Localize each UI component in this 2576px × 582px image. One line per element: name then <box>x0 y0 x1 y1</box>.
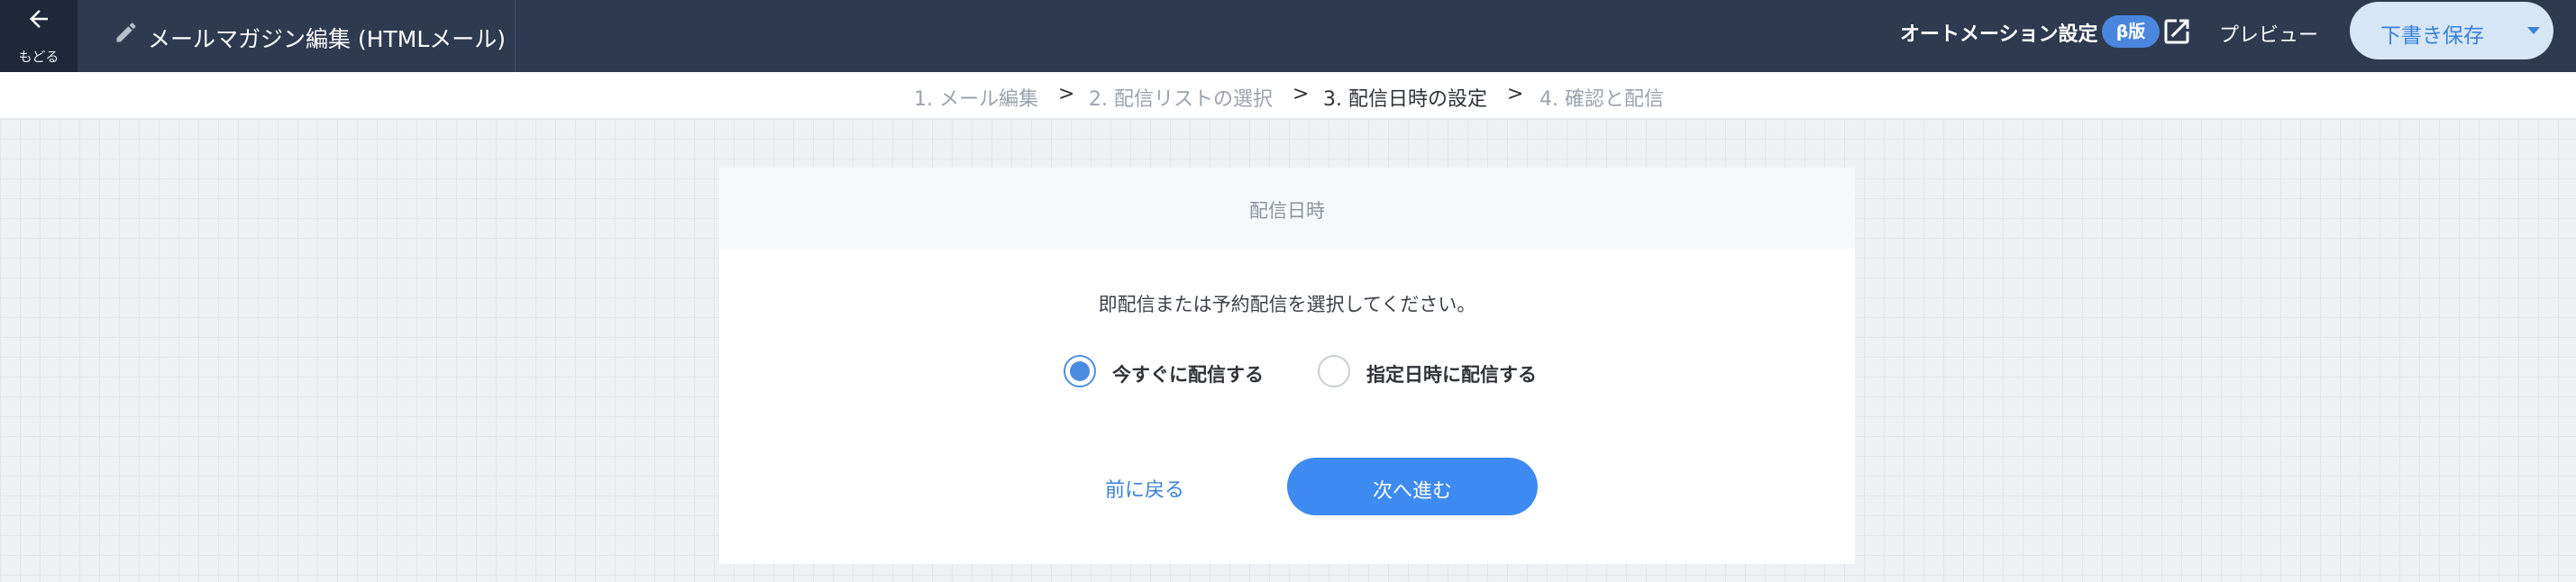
step-separator: > <box>1058 83 1075 105</box>
external-link-icon[interactable] <box>2160 15 2193 48</box>
step-schedule: 3. 配信日時の設定 <box>1323 88 1487 111</box>
radio-send-now-label: 今すぐに配信する <box>1112 364 1264 386</box>
save-draft-label: 下書き保存 <box>2380 24 2484 48</box>
save-draft-button[interactable]: 下書き保存 <box>2350 2 2553 59</box>
top-header: もどる メールマガジン編集 (HTMLメール) オートメーション設定 β版 プレ… <box>0 0 2576 72</box>
radio-send-scheduled-label: 指定日時に配信する <box>1366 364 1537 386</box>
back-button[interactable]: もどる <box>0 0 78 72</box>
next-step-button[interactable]: 次へ進む <box>1287 458 1538 515</box>
next-step-label: 次へ進む <box>1372 480 1452 503</box>
arrow-left-icon <box>30 10 48 28</box>
step-separator: > <box>1293 83 1310 105</box>
beta-badge: β版 <box>2102 15 2160 48</box>
instruction-text: 即配信または予約配信を選択してください。 <box>1098 294 1476 315</box>
schedule-card: 配信日時 即配信または予約配信を選択してください。 今すぐに配信する 指定日時に… <box>719 168 1855 564</box>
radio-button-checked[interactable] <box>1064 355 1096 387</box>
progress-stepper: 1. メール編集 > 2. 配信リストの選択 > 3. 配信日時の設定 > 4.… <box>0 72 2576 119</box>
preview-button[interactable]: プレビュー <box>2219 19 2318 48</box>
step-list-select: 2. 配信リストの選択 <box>1089 88 1273 111</box>
radio-send-scheduled[interactable]: 指定日時に配信する <box>1318 353 1552 389</box>
pencil-icon <box>116 23 136 42</box>
title-area: メールマガジン編集 (HTMLメール) <box>78 0 516 72</box>
radio-send-now[interactable]: 今すぐに配信する <box>1064 353 1280 389</box>
card-title: 配信日時 <box>1249 200 1325 222</box>
caret-down-icon[interactable] <box>2526 25 2541 36</box>
card-header: 配信日時 <box>719 168 1855 249</box>
step-mail-edit: 1. メール編集 <box>914 88 1038 111</box>
previous-step-link[interactable]: 前に戻る <box>1105 474 1184 503</box>
step-confirm: 4. 確認と配信 <box>1539 88 1664 111</box>
page-title: メールマガジン編集 (HTMLメール) <box>148 26 507 52</box>
radio-button-unchecked[interactable] <box>1318 355 1350 387</box>
automation-settings-link[interactable]: オートメーション設定 <box>1900 18 2098 47</box>
back-label: もどる <box>18 49 59 65</box>
step-separator: > <box>1507 83 1524 105</box>
